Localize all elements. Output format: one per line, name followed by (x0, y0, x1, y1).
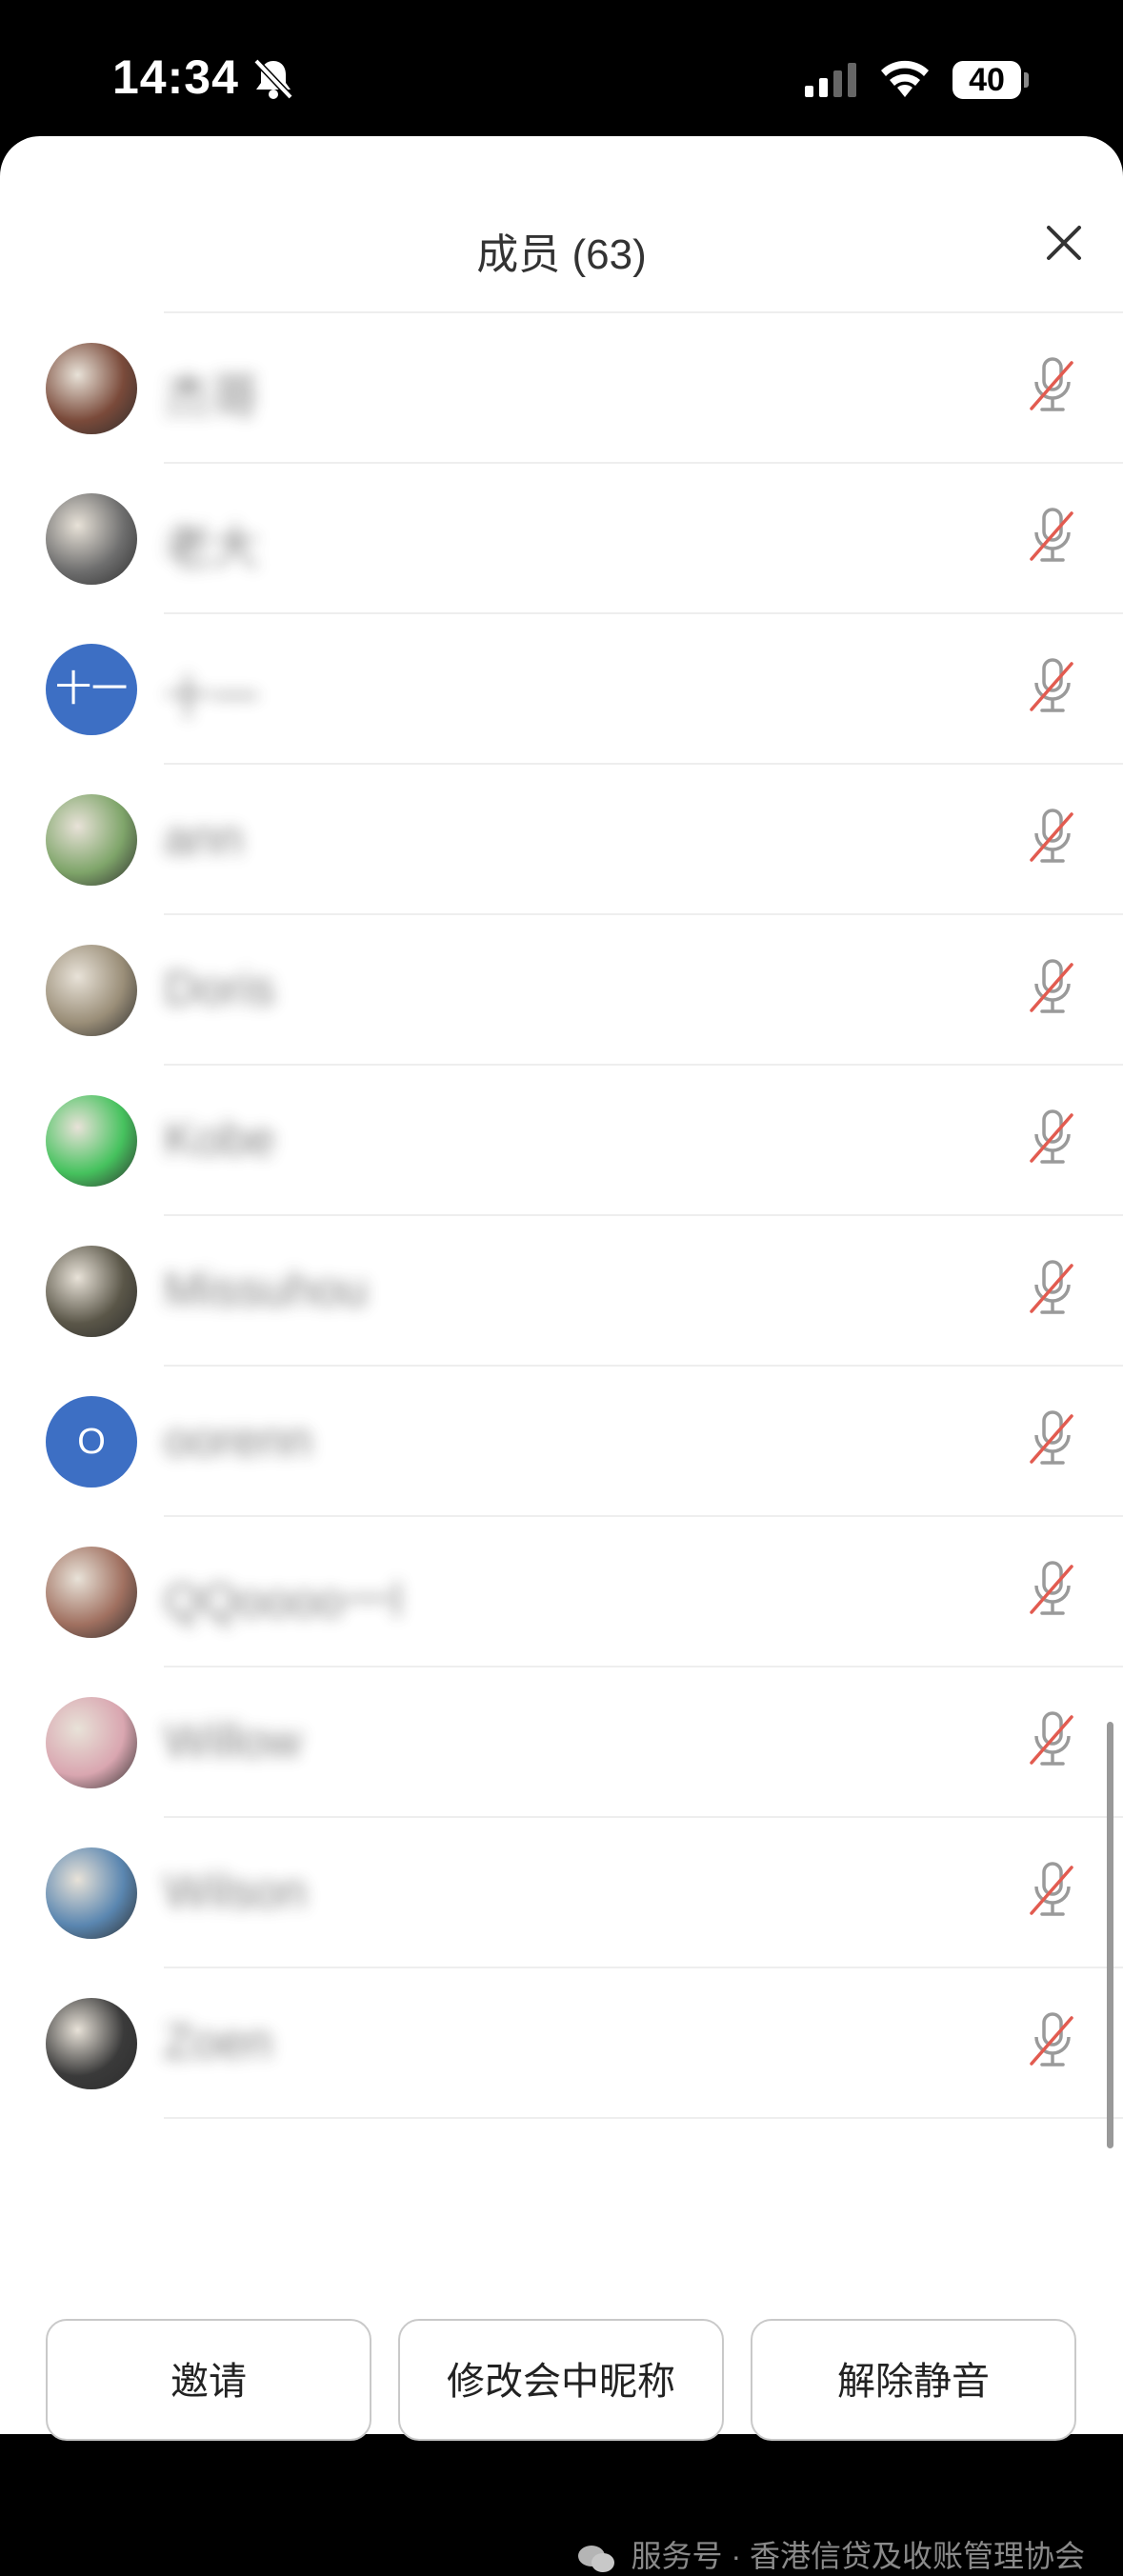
avatar (46, 945, 137, 1036)
member-name: 十一 (164, 671, 259, 725)
avatar (46, 343, 137, 434)
member-row[interactable]: 杰哥 (46, 313, 1123, 464)
signal-icon (805, 63, 856, 97)
member-row[interactable]: ann (46, 765, 1123, 915)
mic-muted-icon[interactable] (1028, 1862, 1077, 1919)
member-list: 杰哥老大十一 十一 ann Doris Kobe Missuhou Ooorenn QQooo… (0, 313, 1123, 2119)
member-row[interactable]: Wilson (46, 1818, 1123, 1968)
avatar (46, 1246, 137, 1337)
scrollbar[interactable] (1107, 1722, 1113, 2148)
wifi-icon (881, 60, 929, 97)
avatar (46, 794, 137, 886)
mic-muted-icon[interactable] (1028, 1109, 1077, 1167)
close-icon[interactable] (1045, 224, 1083, 262)
avatar: O (46, 1396, 137, 1488)
member-name: Doris (164, 962, 275, 1015)
avatar: 十一 (46, 644, 137, 735)
invite-button[interactable]: 邀请 (46, 2319, 371, 2441)
member-name: Missuhou (164, 1263, 368, 1316)
battery-indicator: 40 (953, 61, 1021, 99)
sheet-header: 成员 (63) (0, 136, 1123, 313)
sheet-title: 成员 (63) (476, 231, 647, 278)
member-row[interactable]: Kobe (46, 1066, 1123, 1216)
action-bar: 邀请 修改会中昵称 解除静音 (46, 2319, 1077, 2445)
member-name: Willow (164, 1714, 302, 1767)
mic-muted-icon[interactable] (1028, 1711, 1077, 1768)
mic-muted-icon[interactable] (1028, 809, 1077, 866)
footer-text: 服务号 · 香港信贷及收账管理协会 (631, 2539, 1085, 2573)
bell-muted-icon (253, 58, 293, 100)
battery-tip (1024, 72, 1029, 88)
status-time: 14:34 (112, 50, 239, 104)
members-sheet: 成员 (63) 杰哥老大十一 十一 ann Doris Kobe Missuhou Ooor… (0, 136, 1123, 2573)
member-name: Zoen (164, 2015, 272, 2068)
member-row[interactable]: Zoen (46, 1968, 1123, 2119)
mic-muted-icon[interactable] (1028, 658, 1077, 715)
avatar (46, 1998, 137, 2089)
member-row[interactable]: 十一 十一 (46, 614, 1123, 765)
member-row[interactable]: QQoooo一l (46, 1517, 1123, 1667)
member-name: ann (164, 811, 244, 865)
member-row[interactable]: Ooorenn (46, 1367, 1123, 1517)
rename-in-meeting-button[interactable]: 修改会中昵称 (398, 2319, 724, 2441)
member-name: 老大 (164, 521, 259, 574)
mic-muted-icon[interactable] (1028, 357, 1077, 414)
mic-muted-icon[interactable] (1028, 2012, 1077, 2069)
member-row[interactable]: Willow (46, 1667, 1123, 1818)
mic-muted-icon[interactable] (1028, 508, 1077, 565)
avatar (46, 493, 137, 585)
status-bar: 14:34 40 (0, 0, 1123, 143)
mic-muted-icon[interactable] (1028, 1561, 1077, 1618)
member-name: QQoooo一l (164, 1574, 403, 1627)
mic-muted-icon[interactable] (1028, 959, 1077, 1016)
member-name: 杰哥 (164, 370, 259, 424)
avatar (46, 1697, 137, 1788)
member-row[interactable]: Doris (46, 915, 1123, 1066)
avatar (46, 1547, 137, 1638)
member-name: oorenn (164, 1413, 312, 1467)
member-row[interactable]: 老大 (46, 464, 1123, 614)
avatar (46, 1847, 137, 1939)
member-row[interactable]: Missuhou (46, 1216, 1123, 1367)
member-name: Kobe (164, 1112, 275, 1166)
member-name: Wilson (164, 1865, 308, 1918)
unmute-button[interactable]: 解除静音 (751, 2319, 1076, 2441)
mic-muted-icon[interactable] (1028, 1260, 1077, 1317)
mic-muted-icon[interactable] (1028, 1410, 1077, 1468)
footer-source: 服务号 · 香港信贷及收账管理协会 (577, 2532, 1085, 2576)
avatar (46, 1095, 137, 1187)
wechat-icon (577, 2545, 614, 2572)
